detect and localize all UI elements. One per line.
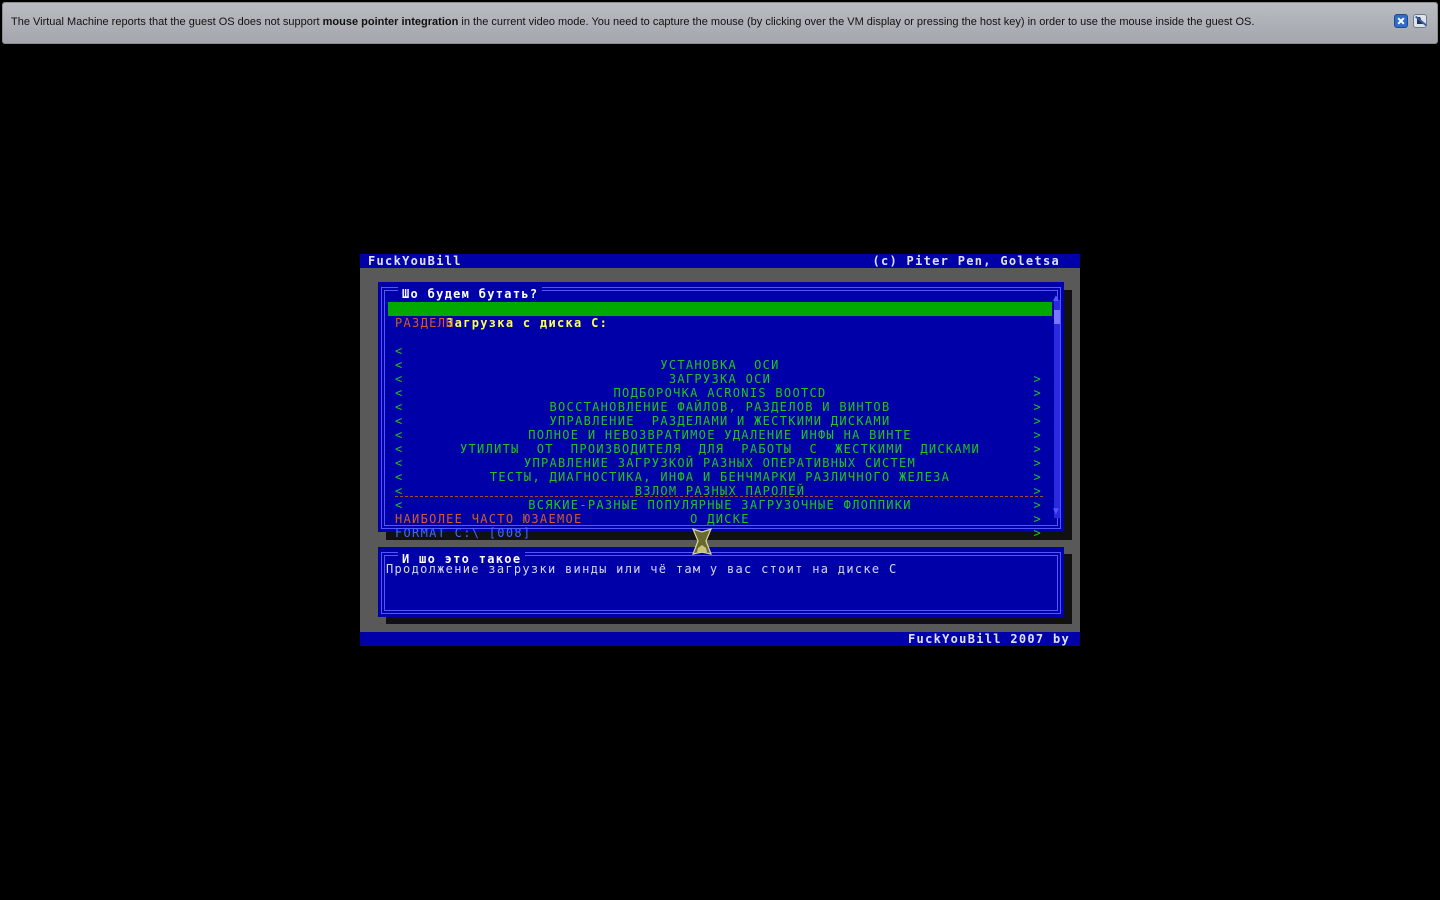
menu-item[interactable]: < УПРАВЛЕНИЕ РАЗДЕЛАМИ И ЖЕСТКИМИ ДИСКАМ…: [388, 386, 1052, 442]
notification-text-end: in the current video mode. You need to c…: [458, 16, 1255, 28]
scrollbar-thumb[interactable]: [1054, 310, 1060, 324]
section-header-partitions: РАЗДЕЛЫ: [395, 316, 455, 330]
boot-menu-list: Загрузка с диска C: РАЗДЕЛЫ < УСТАНОВКА …: [388, 302, 1052, 540]
scroll-down-arrow-icon[interactable]: ▼: [1051, 507, 1061, 517]
menu-item[interactable]: < УСТАНОВКА ОСИ >: [388, 330, 1052, 386]
menu-item-label: ВСЯКИЕ-РАЗНЫЕ ПОПУЛЯРНЫЕ ЗАГРУЗОЧНЫЕ ФЛО…: [528, 498, 912, 512]
program-name: FuckYouBill: [368, 254, 462, 268]
menu-item[interactable]: < ВСЯКИЕ-РАЗНЫЕ ПОПУЛЯРНЫЕ ЗАГРУЗОЧНЫЕ Ф…: [388, 470, 1052, 526]
menu-divider: [395, 496, 1043, 497]
menu-item[interactable]: < ВЗЛОМ РАЗНЫХ ПАРОЛЕЙ >: [388, 456, 1052, 512]
section-header-frequent: НАИБОЛЕЕ ЧАСТО ЮЗАЕМОЕ: [395, 512, 583, 526]
info-window: И шо это такое Продолжение загрузки винд…: [378, 547, 1064, 617]
copyright-text: (c) Piter Pen, Goletsa: [872, 254, 1060, 268]
info-description: Продолжение загрузки винды или чё там у …: [386, 562, 898, 576]
menu-item[interactable]: < ТЕСТЫ, ДИАГНОСТИКА, ИНФА И БЕНЧМАРКИ Р…: [388, 442, 1052, 498]
menu-item-format-c[interactable]: FORMAT C:\ [008]: [388, 526, 1059, 540]
guest-title-bar: FuckYouBill (c) Piter Pen, Goletsa: [360, 254, 1080, 268]
boot-menu-window: Шо будем бутать? Загрузка с диска C: РАЗ…: [378, 282, 1064, 540]
close-notification-icon[interactable]: [1394, 14, 1408, 28]
menu-item[interactable]: < ВОССТАНОВЛЕНИЕ ФАЙЛОВ, РАЗДЕЛОВ И ВИНТ…: [388, 372, 1052, 428]
notification-text-start: The Virtual Machine reports that the gue…: [11, 16, 323, 28]
guest-status-bar: FuckYouBill 2007 by: [360, 632, 1080, 646]
menu-item[interactable]: < ПОДБОРОЧКА ACRONIS BOOTCD >: [388, 358, 1052, 414]
menu-item[interactable]: < УТИЛИТЫ ОТ ПРОИЗВОДИТЕЛЯ ДЛЯ РАБОТЫ С …: [388, 414, 1052, 470]
menu-scrollbar[interactable]: [1054, 300, 1060, 518]
left-arrow-icon: <: [395, 498, 404, 512]
scroll-up-arrow-icon[interactable]: ▲: [1051, 294, 1061, 304]
hourglass-cursor-icon: [691, 528, 713, 555]
menu-item[interactable]: < ПОЛНОЕ И НЕВОЗВРАТИМОЕ УДАЛЕНИЕ ИНФЫ Н…: [388, 400, 1052, 456]
footer-text: FuckYouBill 2007 by: [908, 632, 1070, 646]
menu-item-boot-disk-c[interactable]: Загрузка с диска C:: [388, 302, 1052, 330]
mouse-integration-icon[interactable]: [1413, 14, 1427, 28]
notification-text-bold: mouse pointer integration: [322, 16, 459, 28]
vm-mouse-integration-notification: The Virtual Machine reports that the gue…: [2, 2, 1438, 44]
menu-item[interactable]: < УПРАВЛЕНИЕ ЗАГРУЗКОЙ РАЗНЫХ ОПЕРАТИВНЫ…: [388, 428, 1052, 484]
menu-item[interactable]: < ЗАГРУЗКА ОСИ >: [388, 344, 1052, 400]
menu-title: Шо будем бутать?: [398, 287, 543, 301]
